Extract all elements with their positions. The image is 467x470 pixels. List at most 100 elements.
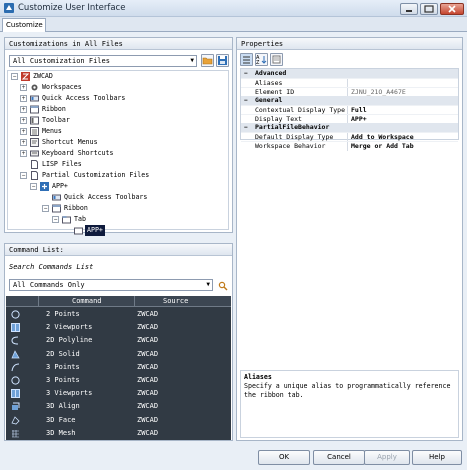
help-button[interactable]: Help <box>412 450 462 465</box>
property-row[interactable]: Default Display Type Add to Workspace <box>241 132 458 142</box>
sort-az-icon: AZ <box>256 55 267 66</box>
property-row[interactable]: Aliases <box>241 78 458 88</box>
command-name: 3 Points <box>46 362 80 371</box>
tab-strip: Customize <box>0 17 467 32</box>
sort-az-button[interactable]: AZ <box>255 53 268 66</box>
property-row[interactable]: Display Text APP+ <box>241 114 458 124</box>
svg-text:Z: Z <box>256 60 260 65</box>
cancel-button[interactable]: Cancel <box>313 450 365 465</box>
command-row[interactable]: 3 Points ZWCAD <box>6 361 231 374</box>
polyline-icon <box>11 336 19 345</box>
minimize-icon <box>406 10 412 12</box>
command-source: ZWCAD <box>137 349 159 358</box>
collapse-icon[interactable]: − <box>244 69 248 78</box>
save-file-button[interactable] <box>216 54 229 67</box>
folder-icon <box>202 57 213 65</box>
app-plus-icon <box>40 182 49 191</box>
col-header-command[interactable]: Command <box>72 296 102 307</box>
customizations-panel: Customizations in All Files All Customiz… <box>4 37 233 236</box>
maximize-button[interactable] <box>420 3 438 15</box>
menu-icon <box>30 127 39 136</box>
categorized-icon <box>243 56 250 64</box>
command-row[interactable]: 2 Viewports ZWCAD <box>6 321 231 334</box>
minimize-button[interactable] <box>400 3 418 15</box>
customization-files-value: All Customization Files <box>13 57 110 65</box>
command-row[interactable]: 2D Polyline ZWCAD <box>6 334 231 347</box>
viewport-icon <box>11 389 20 399</box>
app-icon <box>4 3 14 13</box>
solid-icon <box>11 349 20 358</box>
align-icon <box>12 402 20 411</box>
search-icon[interactable] <box>218 281 228 291</box>
command-name: 3 Viewports <box>46 389 93 398</box>
open-file-button[interactable] <box>201 54 214 67</box>
property-row[interactable]: Contextual Display Type Full <box>241 105 458 115</box>
category-name: PartialFileBehavior <box>255 123 330 131</box>
window-title: Customize User Interface <box>18 3 126 13</box>
command-list-panel: Command List: Search Commands List All C… <box>4 243 233 441</box>
ribbon-icon <box>52 204 61 213</box>
command-row[interactable]: 3D Face ZWCAD <box>6 414 231 427</box>
command-name: 2 Viewports <box>46 323 93 332</box>
description-text: Specify a unique alias to programmatical… <box>244 382 451 399</box>
search-commands-label: Search Commands List <box>9 263 94 271</box>
collapse-icon[interactable]: − <box>244 96 248 105</box>
customization-files-dropdown[interactable]: All Customization Files ▼ <box>9 55 197 67</box>
ribbon-icon <box>30 105 39 114</box>
col-header-source[interactable]: Source <box>163 296 188 307</box>
property-row[interactable]: Element ID ZJNU_21O_A467E <box>241 87 458 97</box>
tab-customize[interactable]: Customize <box>2 18 46 32</box>
properties-header: Properties <box>237 38 462 50</box>
description-title: Aliases <box>244 373 272 381</box>
command-row[interactable]: 3D Align ZWCAD <box>6 400 231 413</box>
property-category[interactable]: − General <box>241 96 458 105</box>
property-pages-icon <box>272 55 281 64</box>
property-grid: − Advanced Aliases Element ID ZJNU_21O_A467E… <box>240 68 459 151</box>
property-name: Workspace Behavior <box>255 142 326 150</box>
zwcad-icon <box>21 72 30 81</box>
close-icon <box>448 5 456 13</box>
command-name: 3D Face <box>46 415 76 424</box>
apply-button[interactable]: Apply <box>364 450 410 465</box>
maximize-icon <box>424 5 434 13</box>
property-pages-button[interactable] <box>270 53 283 66</box>
property-category[interactable]: − PartialFileBehavior <box>241 123 458 132</box>
command-table: Command Source 2 Points ZWCAD 2 Viewports Z… <box>6 296 231 440</box>
property-value[interactable]: Merge or Add Tab <box>351 142 414 151</box>
keyboard-icon <box>30 150 39 157</box>
command-row[interactable]: 3D Mesh ZWCAD <box>6 427 231 440</box>
command-row[interactable]: 2D Solid ZWCAD <box>6 348 231 361</box>
customization-tree: − ZWCAD + Workspaces + Quick Access Tool… <box>7 70 229 236</box>
property-category[interactable]: − Advanced <box>241 69 458 78</box>
command-source: ZWCAD <box>137 402 159 411</box>
tab-icon <box>74 227 83 235</box>
command-row[interactable]: 2 Points ZWCAD <box>6 308 231 321</box>
ok-button[interactable]: OK <box>258 450 310 465</box>
arc-icon <box>11 363 20 371</box>
property-description: Aliases Specify a unique alias to progra… <box>240 370 459 438</box>
chevron-down-icon: ▼ <box>190 57 194 64</box>
viewport-icon <box>11 323 20 333</box>
toolbar-icon <box>52 194 61 201</box>
close-button[interactable] <box>440 3 464 15</box>
circle-icon <box>11 310 20 319</box>
commands-filter-dropdown[interactable]: All Commands Only ▼ <box>9 279 213 291</box>
categorized-button[interactable] <box>240 53 253 66</box>
property-row[interactable]: Workspace Behavior Merge or Add Tab <box>241 141 458 151</box>
command-source: ZWCAD <box>137 336 159 345</box>
command-rows: 2 Points ZWCAD 2 Viewports ZWCAD 2D Polyline… <box>6 308 231 440</box>
file-icon <box>31 171 38 180</box>
command-row[interactable]: 3 Viewports ZWCAD <box>6 387 231 400</box>
properties-panel: Properties AZ − Advanced Aliases Element ID… <box>236 37 463 441</box>
command-source: ZWCAD <box>137 323 159 332</box>
command-row[interactable]: 3 Points ZWCAD <box>6 374 231 387</box>
gear-icon <box>31 84 38 91</box>
command-table-header: Command Source <box>6 296 231 307</box>
toolbar-icon <box>30 95 39 102</box>
shortcut-menu-icon <box>30 138 39 147</box>
command-source: ZWCAD <box>137 389 159 398</box>
collapse-icon[interactable]: − <box>244 123 248 132</box>
command-source: ZWCAD <box>137 376 159 384</box>
file-icon <box>31 160 38 169</box>
command-source: ZWCAD <box>137 428 159 437</box>
